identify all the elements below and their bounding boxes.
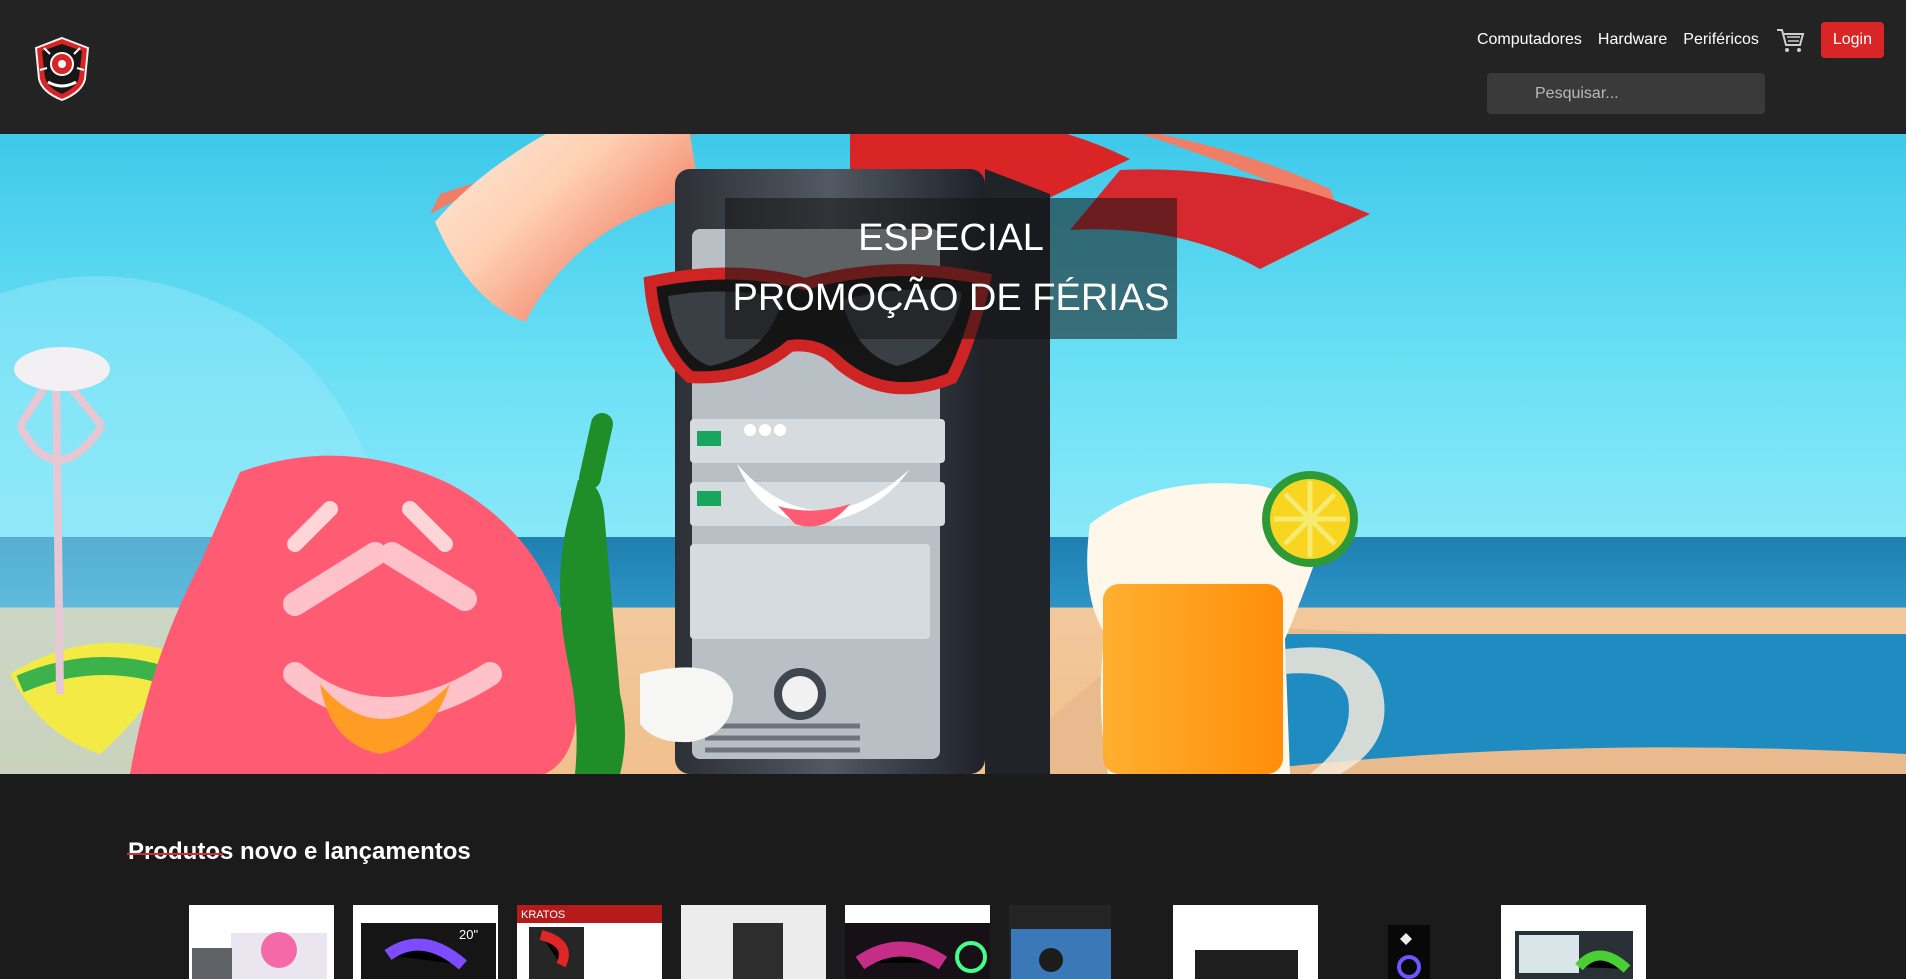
hero-banner: ESPECIAL PROMOÇÃO DE FÉRIAS (0, 134, 1906, 774)
promo-vacation-text: PROMOÇÃO DE FÉRIAS (732, 277, 1170, 319)
top-header: Computadores Hardware Periféricos Login (0, 0, 1906, 134)
login-button[interactable]: Login (1820, 22, 1884, 58)
product-thumbnail-6[interactable] (1009, 905, 1111, 979)
page: Computadores Hardware Periféricos Login (0, 0, 1906, 979)
product-thumbnail-5[interactable] (845, 905, 990, 979)
new-products-strip: 20" KRATOS (0, 905, 1906, 979)
pc-parts-pro-logo[interactable] (32, 36, 92, 102)
nav-hardware-link[interactable]: Hardware (1598, 31, 1667, 49)
product-thumbnail-7[interactable] (1173, 905, 1318, 979)
product-thumbnail-2[interactable]: 20" (353, 905, 498, 979)
promo-overlay[interactable]: ESPECIAL PROMOÇÃO DE FÉRIAS (725, 198, 1177, 339)
svg-text:20": 20" (459, 927, 478, 942)
svg-text:KRATOS: KRATOS (521, 909, 565, 921)
promo-special-text: ESPECIAL (858, 217, 1044, 259)
search-input[interactable] (1487, 73, 1765, 114)
nav-computadores-link[interactable]: Computadores (1477, 31, 1582, 49)
product-thumbnail-8[interactable] (1388, 905, 1430, 979)
main-navigation: Computadores Hardware Periféricos Login (1477, 22, 1884, 58)
product-thumbnail-9[interactable] (1501, 905, 1646, 979)
products-section-title: Produtos novo e lançamentos (128, 837, 471, 865)
title-underline (127, 853, 223, 855)
cart-icon[interactable] (1775, 26, 1805, 54)
product-thumbnail-3[interactable]: KRATOS (517, 905, 662, 979)
product-thumbnail-4[interactable] (681, 905, 826, 979)
product-thumbnail-1[interactable] (189, 905, 334, 979)
nav-perifericos-link[interactable]: Periféricos (1683, 31, 1759, 49)
